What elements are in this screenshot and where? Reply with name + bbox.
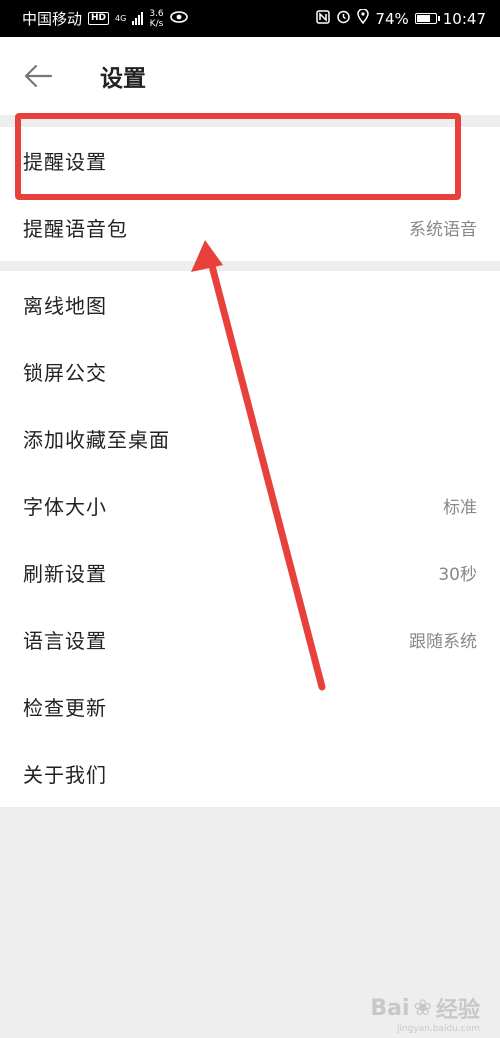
setting-label: 刷新设置	[23, 562, 107, 586]
status-right: 74% 10:47	[316, 8, 486, 28]
setting-label: 字体大小	[23, 495, 107, 519]
network-speed: 3.6 K/s	[149, 9, 163, 29]
setting-label: 添加收藏至桌面	[23, 428, 170, 452]
nfc-icon	[316, 9, 331, 28]
setting-value: 标准	[443, 498, 477, 518]
setting-row-reminder[interactable]: 提醒设置	[0, 127, 500, 194]
setting-label: 离线地图	[23, 294, 107, 318]
arrow-left-icon	[24, 64, 53, 88]
settings-group-reminder: 提醒设置 提醒语音包 系统语音	[0, 127, 500, 261]
page-title: 设置	[100, 66, 146, 92]
back-button[interactable]	[0, 37, 80, 115]
carrier-name: 中国移动	[22, 10, 83, 28]
speed-value: 3.6	[149, 8, 164, 19]
setting-row-lockscreen-bus[interactable]: 锁屏公交	[0, 338, 500, 405]
setting-row-add-to-desktop[interactable]: 添加收藏至桌面	[0, 405, 500, 472]
setting-row-voice-pack[interactable]: 提醒语音包 系统语音	[0, 194, 500, 261]
alarm-icon	[336, 9, 351, 28]
setting-row-offline-map[interactable]: 离线地图	[0, 271, 500, 338]
watermark-url: jingyan.baidu.com	[396, 1024, 480, 1034]
baidu-watermark: Bai ❀ 经验 jingyan.baidu.com	[370, 992, 480, 1035]
setting-value: 系统语音	[409, 220, 477, 240]
status-left: 中国移动 HD 4G 3.6 K/s	[22, 8, 188, 29]
setting-row-refresh[interactable]: 刷新设置 30秒	[0, 539, 500, 606]
speed-unit: K/s	[149, 18, 164, 29]
setting-row-font-size[interactable]: 字体大小 标准	[0, 472, 500, 539]
signal-icon	[132, 12, 144, 25]
setting-label: 检查更新	[23, 696, 107, 720]
status-bar: 中国移动 HD 4G 3.6 K/s 74% 10:47	[0, 0, 500, 37]
settings-group-general: 离线地图 锁屏公交 添加收藏至桌面 字体大小 标准 刷新设置 30秒 语言设置 …	[0, 271, 500, 807]
setting-label: 语言设置	[23, 629, 107, 653]
watermark-brand: Bai	[370, 995, 410, 1021]
paw-icon: ❀	[413, 995, 432, 1021]
watermark-brand-suffix: 经验	[435, 998, 480, 1023]
eye-icon	[169, 10, 188, 27]
setting-label: 锁屏公交	[23, 361, 107, 385]
battery-icon	[414, 13, 440, 24]
title-bar: 设置	[0, 37, 500, 115]
setting-row-language[interactable]: 语言设置 跟随系统	[0, 606, 500, 673]
setting-value: 跟随系统	[409, 632, 477, 652]
location-icon	[357, 8, 370, 28]
battery-percent: 74%	[375, 9, 409, 28]
setting-label: 提醒语音包	[23, 217, 128, 241]
network-type: 4G	[115, 14, 127, 23]
clock: 10:47	[442, 9, 486, 28]
hd-icon: HD	[88, 12, 110, 25]
setting-label: 提醒设置	[23, 150, 107, 174]
setting-row-about-us[interactable]: 关于我们	[0, 740, 500, 807]
setting-row-check-update[interactable]: 检查更新	[0, 673, 500, 740]
setting-label: 关于我们	[23, 763, 107, 787]
setting-value: 30秒	[438, 565, 477, 585]
